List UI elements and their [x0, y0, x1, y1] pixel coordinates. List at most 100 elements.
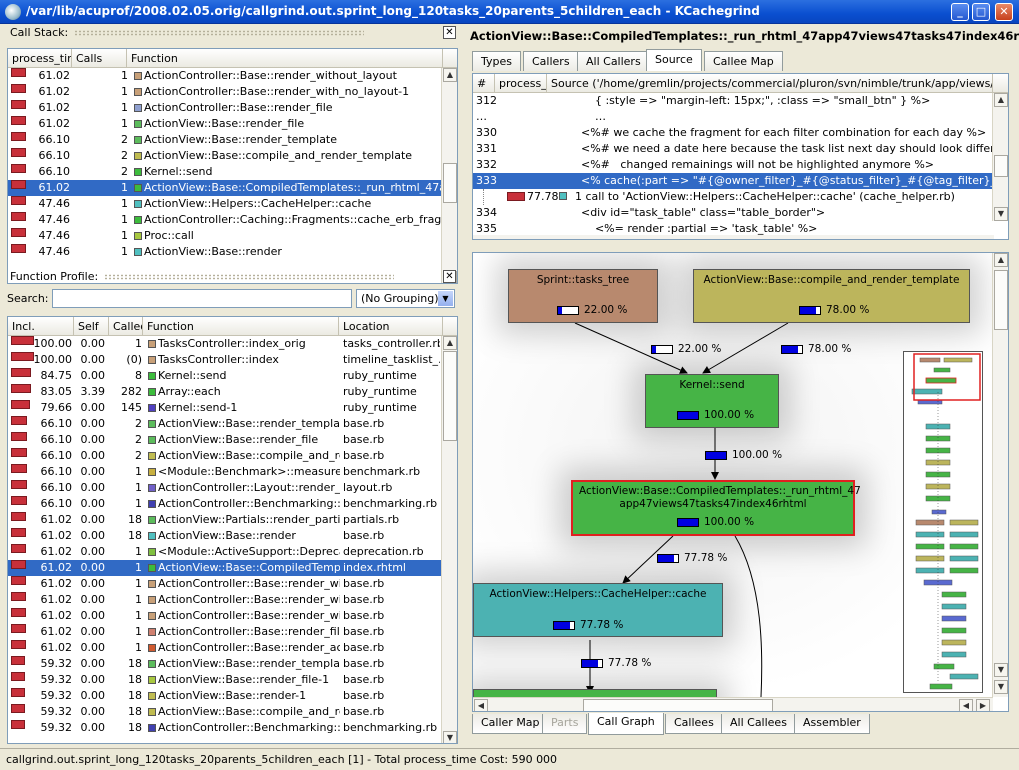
grouping-select[interactable]: (No Grouping) ▼ [356, 289, 455, 308]
call-stack-row[interactable]: 61.02 1 ActionController::Base::render_fil… [8, 100, 457, 116]
profile-row[interactable]: 100.00 0.00 1 TasksController::index_orig ta… [8, 336, 457, 352]
search-input[interactable] [52, 289, 352, 308]
col-process-time[interactable]: process_t [495, 74, 547, 92]
tab-callers[interactable]: Callers [523, 51, 579, 71]
call-stack-close-icon[interactable]: ✕ [443, 26, 456, 39]
call-stack-row[interactable]: 66.10 2 ActionView::Base::render_template [8, 132, 457, 148]
call-stack-row[interactable]: 47.46 1 ActionView::Helpers::CacheHelper::… [8, 196, 457, 212]
scroll-right-icon[interactable]: ▶ [976, 699, 990, 711]
source-row[interactable]: 331 <%# we need a date here because the … [473, 141, 1008, 157]
source-row[interactable]: 333 <% cache(:part => "#{@owner_filter}_… [473, 173, 1008, 189]
profile-row[interactable]: 59.32 0.00 18 ActionView::Base::render_temp… [8, 656, 457, 672]
function-profile-close-icon[interactable]: ✕ [443, 270, 456, 283]
tab-callee-map[interactable]: Callee Map [704, 51, 783, 71]
tab-caller-map[interactable]: Caller Map [472, 714, 549, 734]
scroll-thumb[interactable] [994, 155, 1008, 177]
col-self[interactable]: Self [74, 317, 109, 335]
profile-row[interactable]: 66.10 0.00 2 ActionView::Base::render_file b… [8, 432, 457, 448]
col-incl[interactable]: Incl. [8, 317, 74, 335]
profile-row[interactable]: 59.32 0.00 18 ActionView::Base::render-1 bas… [8, 688, 457, 704]
call-graph-hscroll[interactable]: ◀ ◀ ▶ [473, 697, 993, 711]
profile-row[interactable]: 61.02 0.00 18 ActionView::Partials::render_… [8, 512, 457, 528]
profile-row[interactable]: 83.05 3.39 282 Array::each ruby_runtime [8, 384, 457, 400]
profile-row[interactable]: 61.02 0.00 1 ActionView::Base::CompiledTemp… [8, 560, 457, 576]
source-scrollbar[interactable]: ▲ ▼ [992, 93, 1008, 221]
source-row[interactable]: 312 { :style => "margin-left: 15px;", :c… [473, 93, 1008, 109]
scroll-thumb[interactable] [994, 270, 1008, 330]
function-profile-scrollbar[interactable]: ▲ ▼ [441, 336, 457, 743]
call-stack-row[interactable]: 61.02 1 ActionView::Base::CompiledTemplate… [8, 180, 457, 196]
scroll-up-icon[interactable]: ▲ [443, 68, 457, 82]
scroll-up-icon[interactable]: ▲ [443, 336, 457, 350]
tab-call-graph[interactable]: Call Graph [588, 713, 664, 735]
profile-row[interactable]: 61.02 0.00 18 ActionView::Base::render base.… [8, 528, 457, 544]
scroll-up-icon[interactable]: ▲ [994, 253, 1008, 267]
source-row[interactable]: 77.78 1 call to 'ActionView::Helpers::Cac… [473, 189, 1008, 205]
graph-node-sprint-tasks-tree[interactable]: Sprint::tasks_tree [508, 269, 658, 323]
profile-row[interactable]: 66.10 0.00 2 ActionView::Base::render_templ… [8, 416, 457, 432]
scroll-down-icon[interactable]: ▼ [443, 731, 457, 743]
call-stack-row[interactable]: 47.46 1 ActionController::Caching::Fragmen… [8, 212, 457, 228]
scroll-thumb[interactable] [583, 699, 773, 711]
tab-source[interactable]: Source [646, 49, 702, 71]
profile-row[interactable]: 66.10 0.00 1 <Module::Benchmark>::measure be… [8, 464, 457, 480]
call-stack-row[interactable]: 61.02 1 ActionController::Base::render_wit… [8, 68, 457, 84]
profile-row[interactable]: 61.02 0.00 1 <Module::ActiveSupport::Deprec… [8, 544, 457, 560]
profile-row[interactable]: 66.10 0.00 1 ActionController::Layout::rend… [8, 480, 457, 496]
profile-row[interactable]: 59.32 0.00 18 ActionView::Base::compile_and… [8, 704, 457, 720]
scroll-down-icon[interactable]: ▼ [994, 680, 1008, 694]
profile-row[interactable]: 61.02 0.00 1 ActionController::Base::render… [8, 608, 457, 624]
scroll-left-icon[interactable]: ◀ [959, 699, 973, 711]
source-hscroll[interactable] [473, 235, 994, 239]
col-function[interactable]: Function [143, 317, 339, 335]
close-button[interactable]: ✕ [995, 3, 1013, 21]
graph-node-next[interactable] [473, 689, 717, 697]
profile-row[interactable]: 100.00 0.00 (0) TasksController::index timel… [8, 352, 457, 368]
graph-overview-minimap[interactable] [903, 351, 983, 693]
tab-types[interactable]: Types [472, 51, 521, 71]
scroll-down-icon[interactable]: ▼ [994, 663, 1008, 677]
minimize-button[interactable]: _ [951, 3, 969, 21]
scroll-thumb[interactable] [443, 351, 457, 441]
col-calls[interactable]: Calls [72, 49, 127, 67]
col-line[interactable]: # [473, 74, 495, 92]
call-stack-row[interactable]: 47.46 1 Proc::call [8, 228, 457, 244]
scroll-left-icon[interactable]: ◀ [474, 699, 488, 711]
profile-row[interactable]: 66.10 0.00 1 ActionController::Benchmarking… [8, 496, 457, 512]
call-stack-row[interactable]: 66.10 2 ActionView::Base::compile_and_rend… [8, 148, 457, 164]
profile-row[interactable]: 61.02 0.00 1 ActionController::Base::render… [8, 592, 457, 608]
source-row[interactable]: 330 <%# we cache the fragment for each f… [473, 125, 1008, 141]
call-stack-row[interactable]: 61.02 1 ActionView::Base::render_file [8, 116, 457, 132]
call-stack-scrollbar[interactable]: ▲ ▼ [441, 68, 457, 283]
scroll-thumb[interactable] [443, 163, 457, 203]
call-graph-vscroll[interactable]: ▲ ▼ ▼ [992, 253, 1008, 697]
tab-assembler[interactable]: Assembler [794, 714, 870, 734]
profile-row[interactable]: 84.75 0.00 8 Kernel::send ruby_runtime [8, 368, 457, 384]
tab-all-callees[interactable]: All Callees [721, 714, 796, 734]
scroll-up-icon[interactable]: ▲ [994, 93, 1008, 107]
profile-row[interactable]: 59.32 0.00 18 ActionView::Base::render_file… [8, 672, 457, 688]
call-stack-row[interactable]: 66.10 2 Kernel::send [8, 164, 457, 180]
col-called[interactable]: Called [109, 317, 143, 335]
tab-callees[interactable]: Callees [665, 714, 723, 734]
profile-row[interactable]: 59.32 0.00 18 ActionController::Benchmarkin… [8, 720, 457, 736]
call-stack-row[interactable]: 47.46 1 ActionView::Base::render [8, 244, 457, 260]
profile-row[interactable]: 61.02 0.00 1 ActionController::Base::render… [8, 624, 457, 640]
profile-row[interactable]: 61.02 0.00 1 ActionController::Base::render… [8, 640, 457, 656]
source-row[interactable]: … … [473, 109, 1008, 125]
profile-row[interactable]: 66.10 0.00 2 ActionView::Base::compile_and_… [8, 448, 457, 464]
col-process-time[interactable]: process_tim [8, 49, 72, 67]
scroll-down-icon[interactable]: ▼ [994, 207, 1008, 221]
tab-parts[interactable]: Parts [542, 714, 588, 734]
col-location[interactable]: Location [339, 317, 443, 335]
source-row[interactable]: 332 <%# changed remainings will not be h… [473, 157, 1008, 173]
col-function[interactable]: Function [127, 49, 443, 67]
source-row[interactable]: 334 <div id="task_table" class="table_bo… [473, 205, 1008, 221]
col-source[interactable]: Source ('/home/gremlin/projects/commerci… [547, 74, 993, 92]
maximize-button[interactable]: □ [972, 3, 990, 21]
chevron-down-icon[interactable]: ▼ [438, 291, 453, 306]
call-stack-row[interactable]: 61.02 1 ActionController::Base::render_wit… [8, 84, 457, 100]
profile-row[interactable]: 61.02 0.00 1 ActionController::Base::render… [8, 576, 457, 592]
tab-all-callers[interactable]: All Callers [577, 51, 650, 71]
profile-row[interactable]: 79.66 0.00 145 Kernel::send-1 ruby_runtime [8, 400, 457, 416]
